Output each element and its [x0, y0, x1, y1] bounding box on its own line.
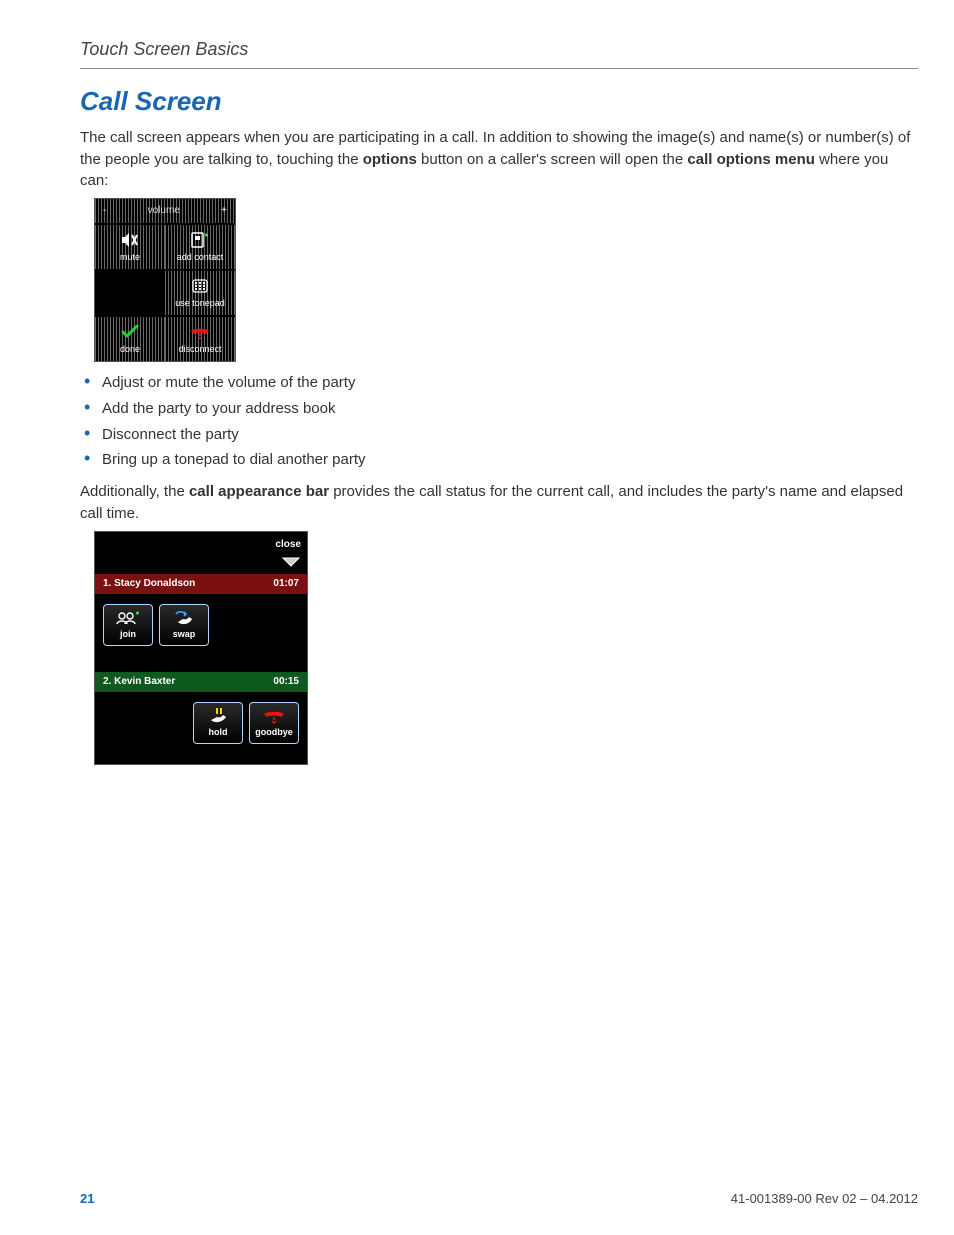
- running-header: Touch Screen Basics: [80, 36, 918, 69]
- mute-button[interactable]: mute: [95, 225, 165, 269]
- disconnect-button[interactable]: disconnect: [165, 317, 235, 361]
- tonepad-icon: [192, 277, 208, 295]
- list-item: Adjust or mute the volume of the party: [102, 372, 918, 394]
- section-title: Call Screen: [80, 83, 918, 121]
- add-contact-icon: [191, 231, 209, 249]
- volume-plus-button[interactable]: +: [221, 204, 227, 219]
- options-word: options: [363, 151, 417, 168]
- volume-minus-button[interactable]: -: [103, 204, 106, 219]
- call-appearance-bar-word: call appearance bar: [189, 483, 329, 500]
- add-contact-button[interactable]: add contact: [165, 225, 235, 269]
- call-options-menu-screenshot: - volume + mute add contact: [94, 198, 236, 362]
- call-appearance-screenshot: close 1. Stacy Donaldson 01:07 join swap: [94, 531, 308, 766]
- done-button[interactable]: done: [95, 317, 165, 361]
- close-chevron-icon[interactable]: [281, 556, 301, 568]
- swap-icon: [173, 609, 195, 627]
- call-bar-1[interactable]: 1. Stacy Donaldson 01:07: [95, 574, 307, 594]
- goodbye-label: goodbye: [255, 726, 293, 739]
- use-tonepad-button[interactable]: use tonepad: [165, 271, 235, 315]
- join-label: join: [120, 628, 136, 641]
- volume-bar: - volume +: [95, 199, 235, 223]
- use-tonepad-label: use tonepad: [175, 297, 225, 310]
- checkmark-icon: [121, 323, 139, 341]
- empty-cell: [95, 271, 165, 315]
- additional-paragraph: Additionally, the call appearance bar pr…: [80, 481, 918, 525]
- call-bar-2[interactable]: 2. Kevin Baxter 00:15: [95, 672, 307, 692]
- call-name: 2. Kevin Baxter: [103, 675, 175, 690]
- feature-list: Adjust or mute the volume of the party A…: [80, 372, 918, 471]
- done-label: done: [120, 343, 140, 356]
- call-time: 01:07: [273, 577, 299, 592]
- mute-label: mute: [120, 251, 140, 264]
- close-label[interactable]: close: [275, 538, 301, 553]
- mute-icon: [120, 231, 140, 249]
- swap-label: swap: [173, 628, 196, 641]
- intro-paragraph: The call screen appears when you are par…: [80, 127, 918, 192]
- intro-text: button on a caller's screen will open th…: [417, 151, 688, 168]
- list-item: Add the party to your address book: [102, 398, 918, 420]
- disconnect-label: disconnect: [178, 343, 221, 356]
- hold-label: hold: [209, 726, 228, 739]
- hold-button[interactable]: hold: [193, 702, 243, 744]
- join-button[interactable]: join: [103, 604, 153, 646]
- list-item: Disconnect the party: [102, 424, 918, 446]
- call-options-menu-word: call options menu: [687, 151, 815, 168]
- hold-icon: [207, 707, 229, 725]
- swap-button[interactable]: swap: [159, 604, 209, 646]
- call-name: 1. Stacy Donaldson: [103, 577, 195, 592]
- list-item: Bring up a tonepad to dial another party: [102, 449, 918, 471]
- goodbye-icon: [262, 707, 286, 725]
- join-icon: [116, 609, 140, 627]
- hangup-icon: [189, 323, 211, 341]
- page-number: 21: [80, 1190, 94, 1209]
- additional-text: Additionally, the: [80, 483, 189, 500]
- call-time: 00:15: [273, 675, 299, 690]
- add-contact-label: add contact: [177, 251, 224, 264]
- goodbye-button[interactable]: goodbye: [249, 702, 299, 744]
- doc-revision: 41-001389-00 Rev 02 – 04.2012: [731, 1190, 918, 1209]
- volume-label: volume: [148, 204, 180, 219]
